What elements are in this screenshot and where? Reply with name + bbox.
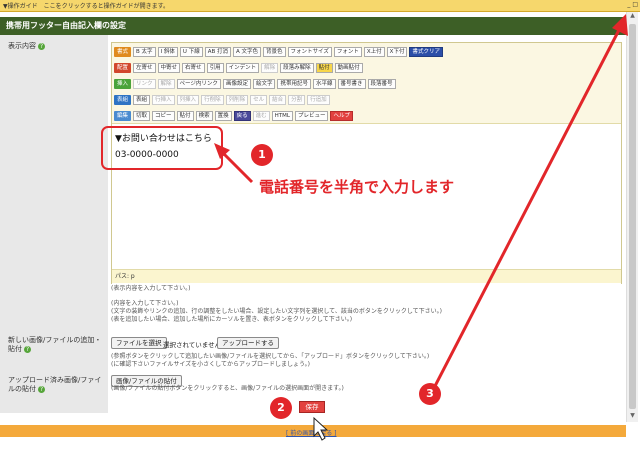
- panel-title: 携帯用フッター自由記入欄の設定: [0, 17, 626, 35]
- note-filesize: (に確認下さいファイルサイズを小さくしてからアップロードしましょう。): [111, 361, 310, 368]
- horizontal-rule-button[interactable]: 水平線: [312, 78, 336, 89]
- guide-hint[interactable]: ▼操作ガイド ここをクリックすると操作ガイドが開きます。: [3, 1, 169, 10]
- edit-group-label: 編集: [114, 110, 132, 121]
- save-button[interactable]: 保存: [299, 401, 325, 413]
- toolbar-row-insert: 挿入 リンク 解除 ページ内リンク 画像設定 絵文字 携帯用記号 水平線 番号書…: [114, 78, 396, 89]
- undo-button[interactable]: 戻る: [233, 110, 251, 121]
- note-paste-file: (画像/ファイルの貼付ボタンをクリックすると、画像/ファイルの選択画面が開きます…: [111, 385, 344, 392]
- display-content-label: 表示内容?: [8, 42, 45, 51]
- col-insert-button[interactable]: 列挿入: [176, 94, 200, 105]
- badge-step-3: 3: [419, 383, 441, 405]
- italic-button[interactable]: I 斜体: [157, 46, 178, 57]
- highlight-box: [101, 126, 223, 170]
- scroll-up-icon[interactable]: ▲: [627, 12, 638, 22]
- note-upload: (参照ボタンをクリックして追加したい画像/ファイルを選択してから、「アップロード…: [111, 353, 430, 360]
- editor-path-bar: パス: p: [112, 269, 621, 283]
- badge-step-2: 2: [270, 397, 292, 419]
- subscript-button[interactable]: X下付: [386, 46, 408, 57]
- table-group-label: 表組: [114, 94, 132, 105]
- cell-button[interactable]: セル: [250, 94, 268, 105]
- redo-button[interactable]: 進む: [252, 110, 270, 121]
- copy-button[interactable]: コピー: [152, 110, 175, 121]
- format-group-label: 書式: [114, 46, 132, 57]
- clear-format-button[interactable]: 書式クリア: [409, 46, 443, 57]
- align-group-label: 配置: [114, 62, 132, 73]
- underline-button[interactable]: U 下線: [179, 46, 203, 57]
- toolbar-row-table: 表組 表組 行挿入 列挿入 行削除 列削除 セル 結合 分割 行追加: [114, 94, 330, 105]
- mobile-symbol-button[interactable]: 携帯用記号: [277, 78, 311, 89]
- callout-text: 電話番号を半角で入力します: [259, 178, 455, 196]
- image-settings-button[interactable]: 画像設定: [222, 78, 251, 89]
- anchor-link-button[interactable]: ページ内リンク: [176, 78, 221, 89]
- search-button[interactable]: 検索: [195, 110, 213, 121]
- guide-bar[interactable]: ▼操作ガイド ここをクリックすると操作ガイドが開きます。 _ □: [0, 0, 640, 12]
- uploaded-file-label: アップロード済み画像/ファイルの貼付?: [8, 376, 104, 394]
- toolbar-row-format: 書式 B 太字 I 斜体 U 下線 AB 打消 A 文字色 背景色 フォントサイ…: [114, 46, 443, 57]
- choose-file-button[interactable]: ファイルを選択: [111, 337, 167, 349]
- unlink-button[interactable]: 解除: [157, 78, 175, 89]
- row-add-button[interactable]: 行追加: [307, 94, 330, 105]
- align-left-button[interactable]: 左寄せ: [133, 62, 156, 73]
- strike-button[interactable]: AB 打消: [204, 46, 231, 57]
- paragraph-number-button[interactable]: 段落番号: [367, 78, 396, 89]
- help-icon[interactable]: ?: [24, 345, 31, 353]
- bg-color-button[interactable]: 背景色: [263, 46, 286, 57]
- font-size-select[interactable]: フォントサイズ: [287, 46, 332, 57]
- note-enter-content: (表示内容を入力して下さい。): [111, 285, 191, 292]
- row-insert-button[interactable]: 行挿入: [152, 94, 175, 105]
- unindent-button[interactable]: 解除: [261, 62, 279, 73]
- no-file-text: 選択されていません: [163, 341, 222, 349]
- window-buttons[interactable]: _ □: [627, 1, 638, 8]
- new-file-text: 新しい画像/ファイルの追加・貼付: [8, 336, 102, 353]
- paste-edit-button[interactable]: 貼付: [176, 110, 194, 121]
- insert-group-label: 挿入: [114, 78, 132, 89]
- vertical-scrollbar[interactable]: ▲ ▼: [626, 12, 638, 422]
- emoji-button[interactable]: 絵文字: [252, 78, 276, 89]
- help-icon[interactable]: ?: [38, 385, 45, 393]
- link-button[interactable]: リンク: [133, 78, 156, 89]
- col-delete-button[interactable]: 列削除: [225, 94, 249, 105]
- preview-button[interactable]: プレビュー: [294, 110, 329, 121]
- numbered-list-button[interactable]: 番号書き: [337, 78, 366, 89]
- new-file-label: 新しい画像/ファイルの追加・貼付?: [8, 336, 104, 354]
- toolbar-row-edit: 編集 切取 コピー 貼付 検索 置換 戻る 進む HTML プレビュー ヘルプ: [114, 110, 353, 121]
- superscript-button[interactable]: X上付: [363, 46, 385, 57]
- note-table: (表を追加したい場合、追加した場所にカーソルを置き、表ボタンをクリックして下さい…: [111, 316, 353, 323]
- paste-button[interactable]: 貼付: [315, 62, 333, 73]
- help-icon[interactable]: ?: [38, 42, 45, 50]
- video-paste-button[interactable]: 動画貼付: [334, 62, 363, 73]
- upload-button[interactable]: アップロードする: [217, 337, 279, 349]
- label-column: [0, 35, 108, 413]
- display-content-text: 表示内容: [8, 42, 36, 50]
- remove-block-button[interactable]: 段落み解除: [280, 62, 314, 73]
- back-link[interactable]: [ 前の画面に戻る ]: [286, 428, 337, 437]
- help-button[interactable]: ヘルプ: [330, 110, 353, 121]
- text-color-button[interactable]: A 文字色: [233, 46, 262, 57]
- scroll-down-icon[interactable]: ▼: [627, 412, 638, 422]
- html-button[interactable]: HTML: [271, 110, 293, 121]
- split-button[interactable]: 分割: [288, 94, 306, 105]
- font-select[interactable]: フォント: [333, 46, 362, 57]
- align-right-button[interactable]: 右寄せ: [182, 62, 205, 73]
- note-decorate: (文字の装飾やリンクの追加、行の調整をしたい場合、設定したい文字列を選択して、該…: [111, 308, 443, 315]
- bold-button[interactable]: B 太字: [133, 46, 156, 57]
- scroll-thumb[interactable]: [629, 24, 636, 409]
- merge-button[interactable]: 結合: [269, 94, 287, 105]
- badge-step-1: 1: [251, 144, 273, 166]
- cut-button[interactable]: 切取: [133, 110, 151, 121]
- indent-button[interactable]: インデント: [225, 62, 260, 73]
- note-content: (内容を入力して下さい。): [111, 300, 179, 307]
- toolbar-row-align: 配置 左寄せ 中寄せ 右寄せ 引用 インデント 解除 段落み解除 貼付 動画貼付: [114, 62, 363, 73]
- table-button[interactable]: 表組: [133, 94, 151, 105]
- quote-button[interactable]: 引用: [206, 62, 224, 73]
- replace-button[interactable]: 置換: [214, 110, 232, 121]
- row-delete-button[interactable]: 行削除: [201, 94, 224, 105]
- uploaded-file-text: アップロード済み画像/ファイルの貼付: [8, 376, 102, 393]
- align-center-button[interactable]: 中寄せ: [157, 62, 181, 73]
